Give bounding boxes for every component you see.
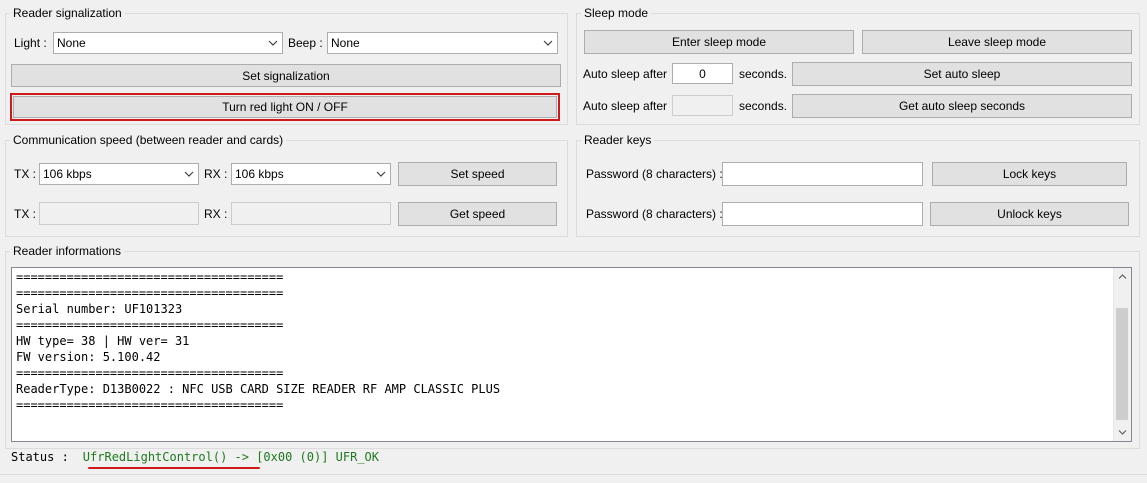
rx-readout-field — [231, 202, 391, 225]
turn-red-light-button[interactable]: Turn red light ON / OFF — [10, 93, 560, 121]
set-speed-button[interactable]: Set speed — [398, 162, 557, 186]
light-select-value: None — [57, 36, 86, 50]
lock-password-label: Password (8 characters) : — [586, 167, 723, 181]
auto-sleep-seconds-label: seconds. — [739, 67, 788, 81]
leave-sleep-mode-button[interactable]: Leave sleep mode — [862, 30, 1132, 54]
chevron-down-icon — [539, 33, 557, 53]
set-auto-sleep-button[interactable]: Set auto sleep — [792, 62, 1132, 86]
get-auto-sleep-seconds-button[interactable]: Get auto sleep seconds — [792, 94, 1132, 118]
auto-sleep-input[interactable] — [672, 63, 733, 84]
status-value: UfrRedLightControl() -> [0x00 (0)] UFR_O… — [82, 450, 380, 464]
reader-signalization-title: Reader signalization — [10, 6, 125, 20]
scroll-up-arrow-icon[interactable] — [1114, 268, 1131, 285]
get-speed-button[interactable]: Get speed — [398, 202, 557, 226]
rx-speed-select[interactable]: 106 kbps — [231, 163, 391, 185]
unlock-keys-button[interactable]: Unlock keys — [930, 202, 1129, 226]
rx-readout-label: RX : — [204, 207, 228, 221]
beep-select-value: None — [331, 36, 360, 50]
tx-label: TX : — [14, 167, 37, 181]
light-label: Light : — [14, 36, 47, 50]
sleep-mode-title: Sleep mode — [581, 6, 652, 20]
beep-label: Beep : — [288, 36, 323, 50]
chevron-down-icon — [180, 164, 198, 184]
rx-speed-value: 106 kbps — [235, 167, 284, 181]
tx-readout-field — [39, 202, 199, 225]
lock-keys-button[interactable]: Lock keys — [932, 162, 1127, 186]
lock-password-input[interactable] — [722, 162, 923, 186]
reader-info-textarea[interactable]: ===================================== ==… — [11, 267, 1132, 442]
communication-speed-title: Communication speed (between reader and … — [10, 133, 287, 147]
auto-sleep-label: Auto sleep after — [583, 67, 668, 81]
chevron-down-icon — [264, 33, 282, 53]
reader-informations-title: Reader informations — [10, 244, 125, 258]
light-select[interactable]: None — [53, 32, 283, 54]
reader-info-text: ===================================== ==… — [16, 270, 501, 412]
tx-speed-select[interactable]: 106 kbps — [39, 163, 199, 185]
chevron-down-icon — [372, 164, 390, 184]
auto-sleep-label-readout: Auto sleep after — [583, 99, 668, 113]
unlock-password-label: Password (8 characters) : — [586, 207, 723, 221]
rx-label: RX : — [204, 167, 228, 181]
tx-readout-label: TX : — [14, 207, 37, 221]
status-label: Status : — [11, 450, 69, 464]
scroll-thumb[interactable] — [1116, 308, 1128, 420]
highlight-underline — [88, 467, 260, 469]
reader-keys-title: Reader keys — [581, 133, 655, 147]
unlock-password-input[interactable] — [722, 202, 923, 226]
tx-speed-value: 106 kbps — [43, 167, 92, 181]
auto-sleep-readout-field — [672, 95, 733, 116]
scroll-down-arrow-icon[interactable] — [1114, 424, 1131, 441]
vertical-scrollbar[interactable] — [1113, 268, 1131, 441]
auto-sleep-readout-seconds-label: seconds. — [739, 99, 788, 113]
status-row: Status : UfrRedLightControl() -> [0x00 (0… — [11, 450, 379, 464]
enter-sleep-mode-button[interactable]: Enter sleep mode — [584, 30, 854, 54]
beep-select[interactable]: None — [327, 32, 558, 54]
set-signalization-button[interactable]: Set signalization — [11, 64, 561, 87]
